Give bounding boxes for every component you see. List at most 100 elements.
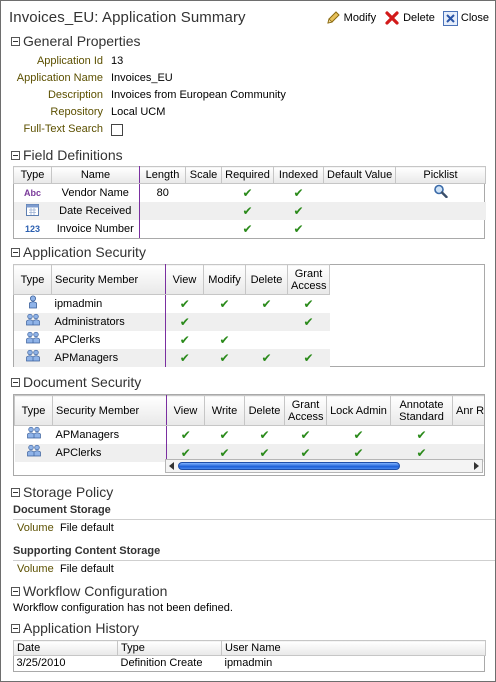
table-row[interactable]: APManagers ✔ ✔ ✔ ✔ ✔ ✔ — [15, 425, 485, 444]
col-length[interactable]: Length — [139, 166, 186, 184]
delete-x-icon — [385, 11, 399, 25]
table-row[interactable]: APManagers ✔ ✔ ✔ ✔ — [13, 348, 330, 367]
field-length — [140, 220, 186, 238]
table-row[interactable]: Administrators ✔ ✔ — [13, 312, 330, 331]
col-delete[interactable]: Delete — [245, 264, 288, 295]
scroll-right-arrow-icon[interactable] — [474, 462, 479, 470]
close-button[interactable]: Close — [442, 10, 489, 26]
col-date[interactable]: Date — [13, 640, 118, 656]
lock-admin-check-icon: ✔ — [353, 427, 364, 442]
table-row[interactable]: 123 Invoice Number ✔ ✔ — [14, 219, 486, 238]
col-security-member[interactable]: Security Member — [52, 395, 167, 426]
application-security-header[interactable]: Application Security — [11, 243, 146, 261]
collapse-icon[interactable] — [11, 586, 20, 596]
application-history-title: Application History — [23, 620, 139, 636]
modify-check-icon: ✔ — [219, 332, 230, 347]
collapse-icon[interactable] — [11, 36, 20, 46]
col-type[interactable]: Type — [117, 640, 222, 656]
application-name-value: Invoices_EU — [111, 72, 173, 84]
col-write[interactable]: Write — [204, 395, 245, 426]
abc-icon: Abc — [23, 187, 41, 198]
table-row[interactable]: 3/25/2010 Definition Create ipmadmin — [14, 656, 486, 671]
col-picklist[interactable]: Picklist — [395, 166, 486, 184]
modify-check-icon: ✔ — [203, 348, 246, 367]
col-view[interactable]: View — [166, 395, 205, 426]
supporting-volume-label: Volume — [17, 563, 54, 575]
title-bar: Invoices_EU: Application Summary Modify … — [9, 7, 489, 31]
scroll-left-arrow-icon[interactable] — [169, 462, 174, 470]
scroll-thumb[interactable] — [178, 462, 400, 470]
table-row[interactable]: Abc Vendor Name 80 ✔ ✔ — [14, 183, 486, 202]
application-history-header[interactable]: Application History — [11, 619, 139, 637]
workflow-message: Workflow configuration has not been defi… — [13, 602, 233, 614]
workflow-configuration-header[interactable]: Workflow Configuration — [11, 582, 167, 600]
col-annotate-restricted[interactable]: Anr Res — [452, 395, 484, 426]
view-check-icon: ✔ — [180, 427, 191, 442]
col-grant-access[interactable]: Grant Access — [287, 264, 330, 295]
modify-check-icon: ✔ — [219, 296, 230, 311]
document-security-table: Type Security Member View Write Delete G… — [14, 395, 485, 462]
field-definitions-header[interactable]: Field Definitions — [11, 146, 123, 164]
col-scale[interactable]: Scale — [185, 166, 222, 184]
general-properties-header[interactable]: General Properties — [11, 32, 141, 50]
col-required[interactable]: Required — [221, 166, 274, 184]
col-name[interactable]: Name — [51, 166, 140, 184]
modify-button[interactable]: Modify — [325, 10, 376, 26]
col-type[interactable]: Type — [14, 395, 53, 426]
page-title: Invoices_EU: Application Summary — [9, 9, 246, 26]
table-row[interactable]: ipmadmin ✔ ✔ ✔ ✔ — [14, 294, 330, 313]
field-name: Invoice Number — [51, 219, 140, 238]
table-row[interactable]: Date Received ✔ ✔ — [13, 201, 486, 220]
description-row: Description Invoices from European Commu… — [11, 89, 481, 105]
document-storage-title: Document Storage — [13, 504, 111, 516]
collapse-icon[interactable] — [11, 487, 20, 497]
collapse-icon[interactable] — [11, 377, 20, 387]
field-name: Vendor Name — [51, 183, 140, 202]
delete-button[interactable]: Delete — [384, 10, 435, 26]
field-scale — [186, 220, 222, 238]
view-check-icon: ✔ — [165, 348, 204, 367]
calendar-icon — [13, 201, 52, 220]
collapse-icon[interactable] — [11, 247, 20, 257]
workflow-configuration-title: Workflow Configuration — [23, 583, 168, 599]
col-delete[interactable]: Delete — [244, 395, 285, 426]
col-security-member[interactable]: Security Member — [51, 264, 166, 295]
collapse-icon[interactable] — [11, 150, 20, 160]
col-default-value[interactable]: Default Value — [323, 166, 396, 184]
col-lock-admin[interactable]: Lock Admin — [326, 395, 391, 426]
user-icon — [14, 295, 52, 313]
number-icon: 123 — [24, 223, 41, 234]
picklist-search-icon[interactable] — [396, 184, 486, 202]
field-default — [324, 184, 396, 202]
table-row[interactable]: APClerks ✔ ✔ — [14, 330, 330, 349]
collapse-icon[interactable] — [11, 623, 20, 633]
col-type[interactable]: Type — [13, 264, 52, 295]
col-view[interactable]: View — [165, 264, 204, 295]
col-modify[interactable]: Modify — [203, 264, 246, 295]
horizontal-scrollbar[interactable] — [165, 459, 483, 473]
storage-policy-header[interactable]: Storage Policy — [11, 483, 113, 501]
field-picklist — [396, 220, 486, 238]
pencil-icon — [326, 11, 340, 24]
application-id-row: Application Id 13 — [11, 55, 481, 71]
description-label: Description — [47, 89, 103, 101]
application-history-table: Date Type User Name 3/25/2010 Definition… — [13, 640, 486, 671]
delete-check-icon: ✔ — [261, 296, 272, 311]
view-check-icon: ✔ — [179, 332, 190, 347]
group-icon — [13, 348, 52, 367]
fulltext-checkbox[interactable] — [111, 124, 123, 136]
delete-label: Delete — [403, 12, 435, 24]
document-security-header[interactable]: Document Security — [11, 373, 141, 391]
close-label: Close — [460, 12, 489, 24]
col-type[interactable]: Type — [13, 166, 52, 184]
write-check-icon: ✔ — [219, 427, 230, 442]
document-volume-label: Volume — [17, 522, 54, 534]
col-annotate-standard[interactable]: Annotate Standard — [390, 395, 453, 426]
general-properties-title: General Properties — [23, 33, 141, 49]
field-name: Date Received — [51, 201, 140, 220]
delete-check-icon: ✔ — [245, 348, 288, 367]
col-grant-access[interactable]: Grant Access — [284, 395, 327, 426]
indexed-check-icon: ✔ — [293, 185, 304, 200]
col-user-name[interactable]: User Name — [221, 640, 486, 656]
col-indexed[interactable]: Indexed — [273, 166, 324, 184]
